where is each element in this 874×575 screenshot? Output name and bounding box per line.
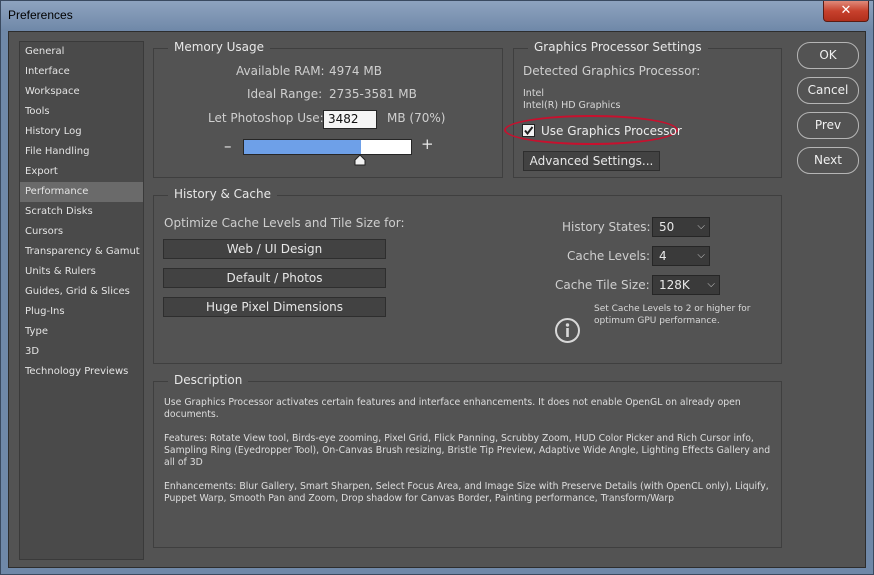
description-title: Description (168, 373, 249, 387)
prev-button[interactable]: Prev (797, 112, 859, 139)
decrease-icon[interactable]: – (224, 137, 232, 155)
sidebar-item-export[interactable]: Export (20, 162, 143, 182)
description-text: Use Graphics Processor activates certain… (164, 397, 774, 517)
sidebar-item-guides-grid-slices[interactable]: Guides, Grid & Slices (20, 282, 143, 302)
sidebar-item-file-handling[interactable]: File Handling (20, 142, 143, 162)
memory-usage-title: Memory Usage (168, 40, 271, 54)
cancel-button[interactable]: Cancel (797, 77, 859, 104)
cache-tile-size-select[interactable]: 128K ⌵ (652, 275, 720, 295)
increase-icon[interactable]: + (421, 135, 434, 153)
sidebar-item-3d[interactable]: 3D (20, 342, 143, 362)
use-gpu-checkbox[interactable] (522, 124, 535, 137)
sidebar-item-workspace[interactable]: Workspace (20, 82, 143, 102)
checkmark-icon (524, 126, 534, 136)
sidebar-item-scratch-disks[interactable]: Scratch Disks (20, 202, 143, 222)
memory-slider-fill (244, 140, 361, 154)
chevron-down-icon: ⌵ (707, 279, 715, 290)
history-cache-group: History & Cache Optimize Cache Levels an… (153, 187, 782, 364)
sidebar-item-type[interactable]: Type (20, 322, 143, 342)
sidebar-item-transparency-gamut[interactable]: Transparency & Gamut (20, 242, 143, 262)
sidebar-item-units-rulers[interactable]: Units & Rulers (20, 262, 143, 282)
history-states-label: History States: (562, 220, 651, 234)
category-list: General Interface Workspace Tools History Lo… (19, 41, 144, 560)
cache-info-line2: optimum GPU performance. (594, 316, 720, 326)
sidebar-item-cursors[interactable]: Cursors (20, 222, 143, 242)
memory-usage-group: Memory Usage Available RAM: 4974 MB Idea… (153, 40, 503, 178)
memory-slider[interactable] (243, 139, 412, 155)
sidebar-item-tools[interactable]: Tools (20, 102, 143, 122)
info-icon (555, 318, 580, 343)
preferences-window: Preferences ✕ General Interface Workspace T… (0, 0, 874, 575)
sidebar-item-performance[interactable]: Performance (20, 182, 143, 202)
web-ui-design-button[interactable]: Web / UI Design (163, 239, 386, 259)
ok-button[interactable]: OK (797, 42, 859, 69)
cache-levels-select[interactable]: 4 ⌵ (652, 246, 710, 266)
ideal-range-value: 2735-3581 MB (329, 87, 417, 101)
gpu-vendor: Intel (523, 88, 545, 99)
sidebar-item-general[interactable]: General (20, 42, 143, 62)
use-gpu-label[interactable]: Use Graphics Processor (541, 124, 682, 138)
gpu-model: Intel(R) HD Graphics (523, 100, 621, 111)
available-ram-label: Available RAM: (236, 64, 325, 78)
sidebar-item-interface[interactable]: Interface (20, 62, 143, 82)
chevron-down-icon: ⌵ (697, 221, 705, 232)
gpu-settings-group: Graphics Processor Settings Detected Gra… (504, 40, 782, 178)
history-cache-title: History & Cache (168, 187, 277, 201)
sidebar-item-technology-previews[interactable]: Technology Previews (20, 362, 143, 382)
gpu-settings-title: Graphics Processor Settings (528, 40, 708, 54)
cache-levels-value: 4 (659, 249, 667, 263)
history-states-select[interactable]: 50 ⌵ (652, 217, 710, 237)
optimize-label: Optimize Cache Levels and Tile Size for: (164, 216, 405, 230)
memory-percent-label: MB (70%) (387, 111, 446, 125)
cache-levels-label: Cache Levels: (567, 249, 651, 263)
next-button[interactable]: Next (797, 147, 859, 174)
memory-amount-input[interactable]: 3482 (323, 110, 377, 129)
available-ram-value: 4974 MB (329, 64, 382, 78)
sidebar-item-history-log[interactable]: History Log (20, 122, 143, 142)
advanced-settings-button[interactable]: Advanced Settings... (523, 151, 660, 171)
description-paragraph-2: Features: Rotate View tool, Birds-eye zo… (164, 433, 771, 468)
huge-pixel-dimensions-button[interactable]: Huge Pixel Dimensions (163, 297, 386, 317)
default-photos-button[interactable]: Default / Photos (163, 268, 386, 288)
window-title: Preferences (8, 8, 73, 22)
ideal-range-label: Ideal Range: (247, 87, 323, 101)
detected-gpu-label: Detected Graphics Processor: (523, 64, 701, 78)
sidebar-item-plug-ins[interactable]: Plug-Ins (20, 302, 143, 322)
description-group: Description Use Graphics Processor activ… (153, 373, 782, 548)
cache-info-line1: Set Cache Levels to 2 or higher for (594, 304, 751, 314)
photoshop-use-label: Let Photoshop Use: (208, 111, 324, 125)
close-button[interactable]: ✕ (823, 1, 869, 22)
description-paragraph-3: Enhancements: Blur Gallery, Smart Sharpe… (164, 481, 769, 504)
history-states-value: 50 (659, 220, 675, 234)
cache-tile-size-label: Cache Tile Size: (555, 278, 650, 292)
title-bar[interactable]: Preferences ✕ (1, 1, 873, 31)
description-paragraph-1: Use Graphics Processor activates certain… (164, 397, 741, 420)
dialog-body: General Interface Workspace Tools History Lo… (8, 31, 866, 568)
slider-thumb-icon[interactable] (354, 155, 366, 166)
chevron-down-icon: ⌵ (697, 250, 705, 261)
cache-tile-size-value: 128K (659, 278, 690, 292)
